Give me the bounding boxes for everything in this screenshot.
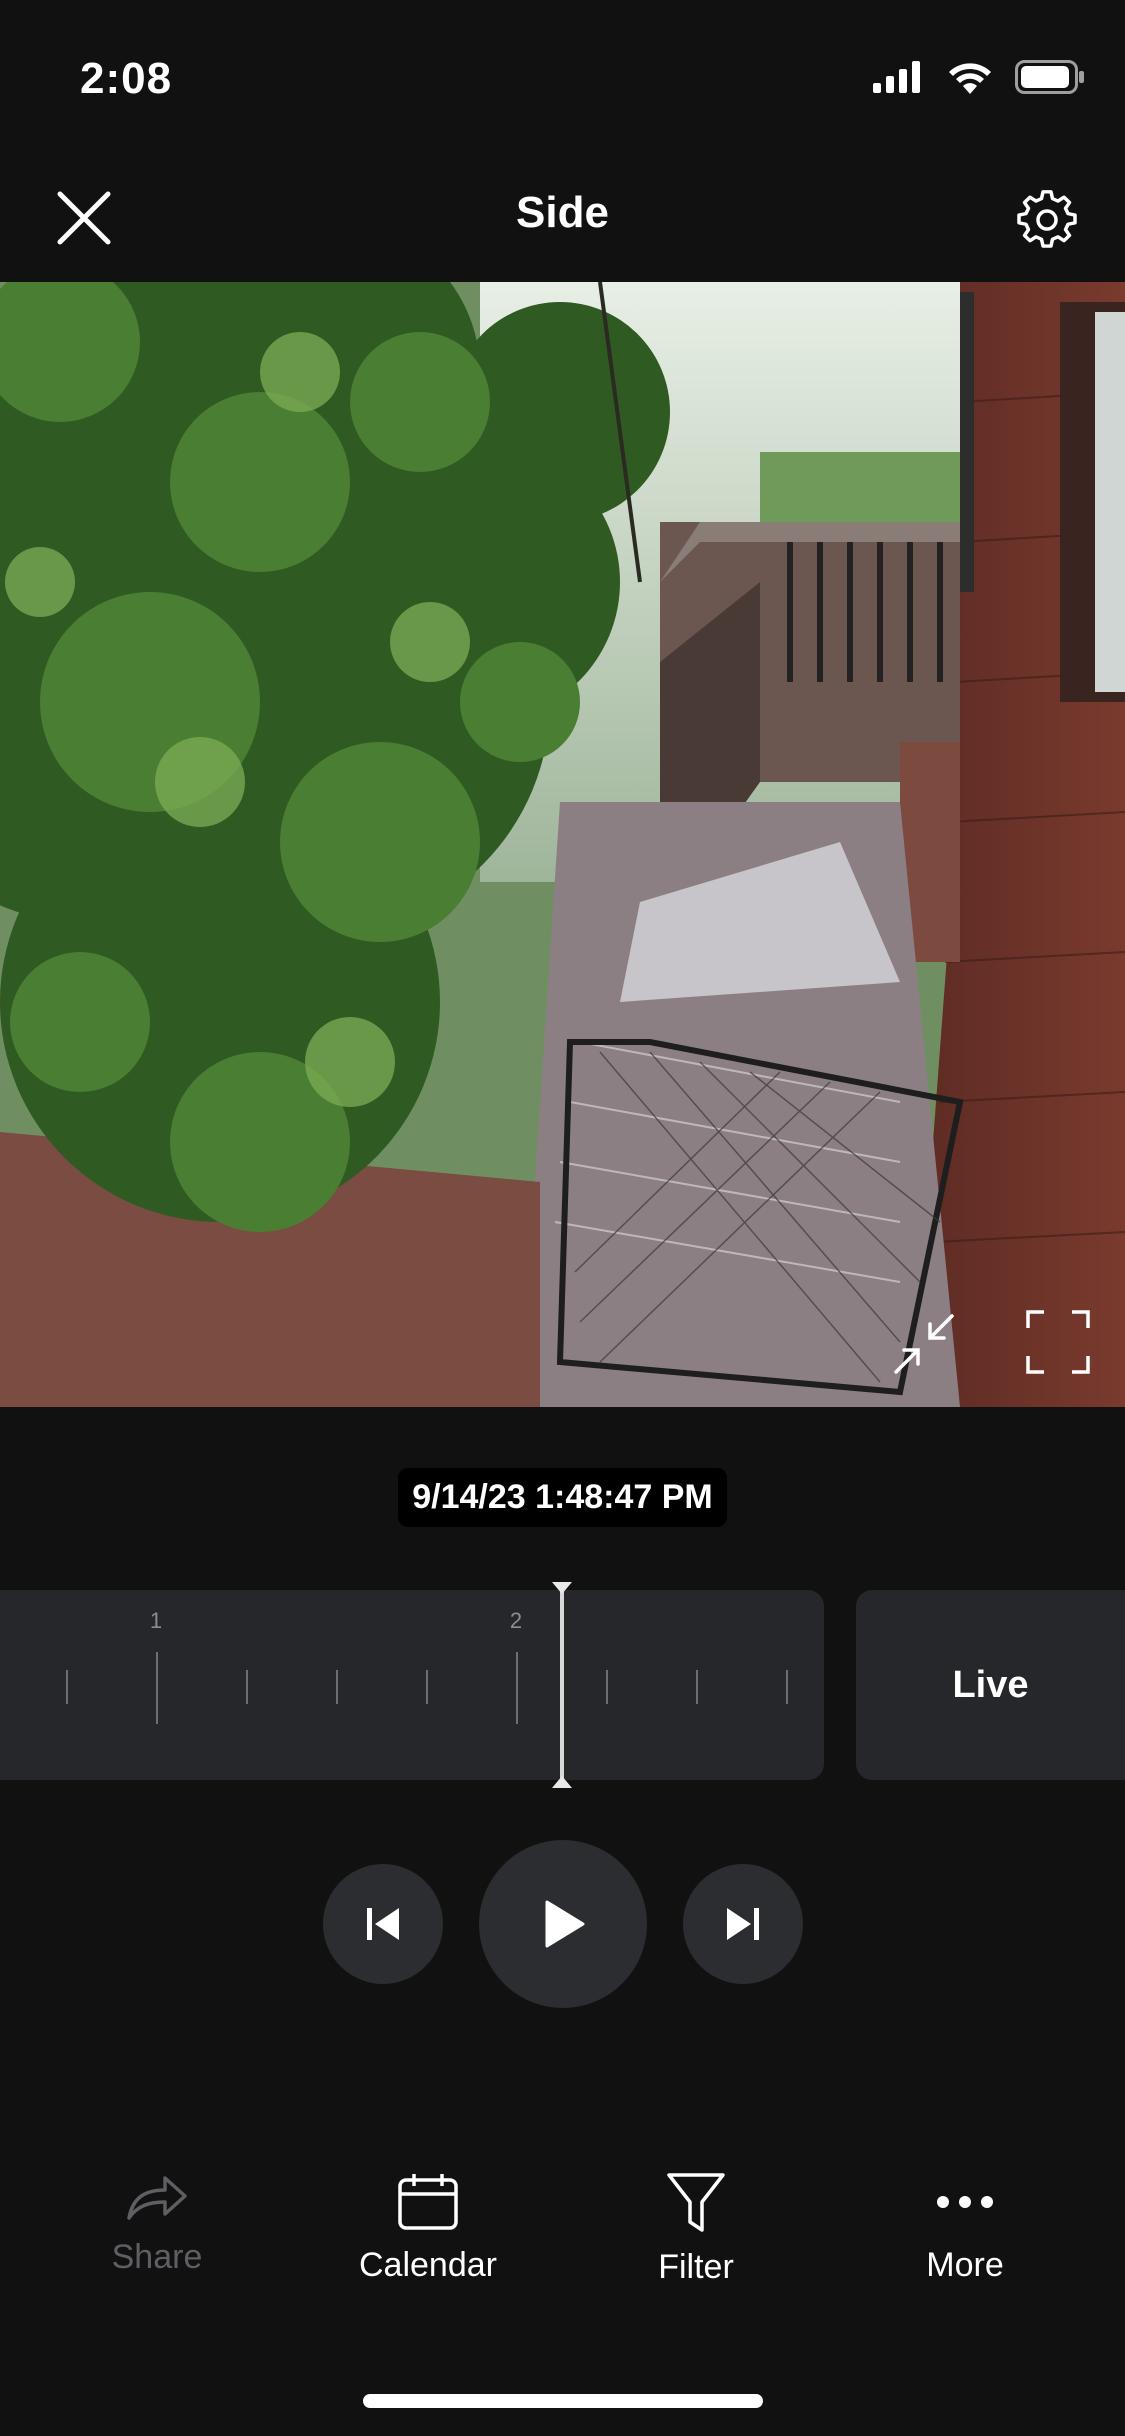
share-label: Share — [111, 2238, 203, 2276]
calendar-label: Calendar — [359, 2246, 497, 2284]
timeline-label: 1 — [149, 1608, 163, 1633]
timeline-tick — [66, 1670, 68, 1704]
filter-button[interactable]: Filter — [596, 2172, 796, 2287]
play-icon — [545, 1900, 585, 1948]
signal-icon — [873, 61, 920, 93]
more-button[interactable]: More — [865, 2172, 1065, 2285]
settings-button[interactable] — [1007, 180, 1087, 260]
status-icons — [873, 60, 1085, 94]
status-time: 2:08 — [80, 54, 173, 103]
timeline-tick — [606, 1670, 608, 1704]
exit-fullscreen-button[interactable] — [886, 1306, 962, 1382]
share-button[interactable]: Share — [57, 2172, 257, 2277]
timeline-label: 2 — [509, 1608, 523, 1633]
fullscreen-icon — [1026, 1310, 1090, 1374]
timeline-playhead[interactable] — [560, 1584, 564, 1788]
timeline-tick — [246, 1670, 248, 1704]
home-indicator[interactable] — [363, 2394, 763, 2408]
more-label: More — [926, 2246, 1004, 2284]
filter-label: Filter — [658, 2248, 734, 2286]
previous-clip-button[interactable] — [323, 1864, 443, 1984]
timeline-tick — [426, 1670, 428, 1704]
battery-icon — [1015, 60, 1084, 94]
timestamp-container: 9/14/23 1:48:47 PM — [0, 1468, 1125, 1527]
filter-icon — [667, 2173, 725, 2232]
next-clip-button[interactable] — [683, 1864, 803, 1984]
timeline-scrubber[interactable]: 1 2 — [0, 1590, 824, 1780]
share-icon — [127, 2176, 187, 2220]
playhead-top-marker — [552, 1582, 572, 1594]
skip-next-icon — [727, 1908, 759, 1940]
play-button[interactable] — [479, 1840, 647, 2008]
timeline-tick — [786, 1670, 788, 1704]
timestamp: 9/14/23 1:48:47 PM — [398, 1468, 727, 1527]
calendar-button[interactable]: Calendar — [328, 2172, 528, 2285]
more-dots-icon — [937, 2196, 993, 2208]
playhead-bottom-marker — [552, 1776, 572, 1788]
timeline-tick — [516, 1652, 518, 1724]
timeline-tick — [336, 1670, 338, 1704]
gear-icon — [1017, 190, 1077, 248]
calendar-icon — [398, 2174, 458, 2230]
timeline-tick — [696, 1670, 698, 1704]
camera-video-frame — [0, 282, 1125, 1407]
page-title: Side — [516, 188, 609, 237]
live-button[interactable]: Live — [856, 1590, 1125, 1780]
fullscreen-button[interactable] — [1020, 1304, 1096, 1380]
camera-video[interactable] — [0, 282, 1125, 1407]
collapse-icon — [894, 1314, 954, 1374]
wifi-icon — [949, 63, 991, 94]
skip-previous-icon — [367, 1908, 399, 1940]
timeline-tick — [156, 1652, 158, 1724]
